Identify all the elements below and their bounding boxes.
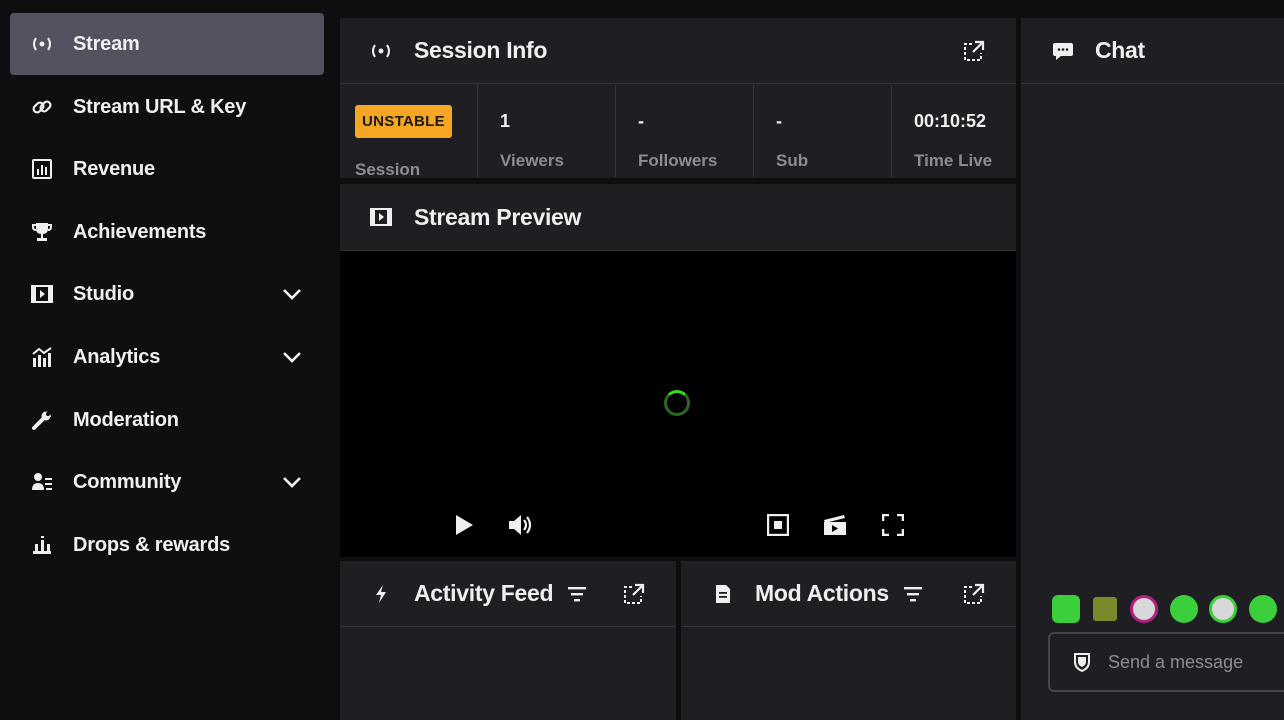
- followers-stat: - Followers: [616, 85, 754, 177]
- chat-message-input[interactable]: [1108, 651, 1278, 673]
- sidebar-item-studio[interactable]: Studio: [10, 263, 324, 325]
- emote-icon[interactable]: [1249, 595, 1277, 623]
- sidebar-item-drops-rewards[interactable]: Drops & rewards: [10, 514, 324, 576]
- sidebar-item-label: Moderation: [73, 408, 179, 431]
- mod-actions-title: Mod Actions: [755, 580, 889, 606]
- sidebar-item-stream-url-key[interactable]: Stream URL & Key: [10, 76, 324, 138]
- viewers-stat: 1 Viewers: [478, 85, 616, 177]
- stat-label: Sub: [776, 151, 809, 170]
- drops-icon: [30, 533, 54, 557]
- stat-value: -: [776, 111, 782, 131]
- popout-icon[interactable]: [962, 582, 986, 606]
- activity-feed-header: Activity Feed: [340, 561, 676, 627]
- sidebar-item-achievements[interactable]: Achievements: [10, 201, 324, 263]
- chat-title: Chat: [1095, 37, 1145, 63]
- filter-icon[interactable]: [901, 582, 925, 606]
- clip-icon[interactable]: [821, 511, 849, 539]
- document-icon: [711, 582, 735, 606]
- sidebar-item-label: Achievements: [73, 220, 207, 243]
- wrench-icon: [30, 408, 54, 432]
- sidebar-item-label: Stream URL & Key: [73, 95, 247, 118]
- sidebar-item-label: Community: [73, 470, 182, 493]
- analytics-icon: [30, 345, 54, 369]
- sidebar-item-label: Analytics: [73, 345, 161, 368]
- session-info-title: Session Info: [414, 37, 548, 63]
- popout-icon[interactable]: [962, 39, 986, 63]
- sidebar-item-revenue[interactable]: Revenue: [10, 138, 324, 200]
- sidebar-item-community[interactable]: Community: [10, 451, 324, 513]
- stream-preview-panel: Stream Preview: [340, 184, 1016, 251]
- stat-value: 00:10:52: [914, 111, 987, 131]
- stat-label: Viewers: [500, 151, 564, 170]
- sub-stat: - Sub: [754, 85, 892, 177]
- picture-in-picture-icon[interactable]: [764, 511, 792, 539]
- play-icon[interactable]: [450, 511, 478, 539]
- chevron-down-icon[interactable]: [280, 345, 304, 369]
- sidebar-item-moderation[interactable]: Moderation: [10, 389, 324, 451]
- status-badge: UNSTABLE: [355, 105, 452, 138]
- activity-feed-title: Activity Feed: [414, 580, 554, 606]
- studio-icon: [369, 205, 393, 229]
- emote-icon[interactable]: [1052, 595, 1080, 623]
- sidebar-item-label: Studio: [73, 282, 135, 305]
- revenue-chart-icon: [30, 157, 54, 181]
- sidebar-item-stream[interactable]: Stream: [10, 13, 324, 75]
- emote-icon[interactable]: [1170, 595, 1198, 623]
- popout-icon[interactable]: [622, 582, 646, 606]
- chevron-down-icon[interactable]: [280, 470, 304, 494]
- shield-icon[interactable]: [1070, 650, 1094, 674]
- volume-icon[interactable]: [507, 511, 535, 539]
- studio-icon: [30, 282, 54, 306]
- time-live-stat: 00:10:52 Time Live: [892, 85, 1016, 177]
- sidebar-item-label: Drops & rewards: [73, 533, 231, 556]
- mod-actions-header: Mod Actions: [681, 561, 1016, 627]
- sidebar-item-analytics[interactable]: Analytics: [10, 326, 324, 388]
- chat-bubble-icon: [1051, 39, 1075, 63]
- stream-preview-header: Stream Preview: [340, 184, 1016, 251]
- session-status-cell: UNSTABLE Session: [340, 85, 478, 179]
- sidebar-item-label: Stream: [73, 32, 140, 55]
- sidebar: Stream Stream URL & Key Revenue Achievem…: [0, 0, 336, 720]
- session-stats: UNSTABLE Session 1 Viewers - Followers -…: [340, 85, 1016, 179]
- stat-label: Time Live: [914, 151, 993, 170]
- broadcast-icon: [30, 32, 54, 56]
- session-info-panel: Session Info UNSTABLE Session 1 Viewers …: [340, 18, 1016, 179]
- link-icon: [30, 95, 54, 119]
- fullscreen-icon[interactable]: [879, 511, 907, 539]
- sidebar-item-label: Revenue: [73, 157, 155, 180]
- community-icon: [30, 470, 54, 494]
- filter-icon[interactable]: [565, 582, 589, 606]
- stat-value: -: [638, 111, 644, 131]
- chat-header: Chat: [1021, 18, 1284, 84]
- chevron-down-icon[interactable]: [280, 282, 304, 306]
- loading-spinner: [664, 390, 690, 416]
- trophy-icon: [30, 220, 54, 244]
- chat-input-box[interactable]: [1048, 632, 1284, 692]
- activity-feed-panel: Activity Feed: [340, 561, 676, 720]
- mod-actions-panel: Mod Actions: [681, 561, 1016, 720]
- stat-value: 1: [500, 111, 511, 131]
- lightning-icon: [369, 582, 393, 606]
- stream-preview-title: Stream Preview: [414, 203, 582, 230]
- session-label: Session: [355, 160, 421, 179]
- emote-icon[interactable]: [1130, 595, 1158, 623]
- emote-icon[interactable]: [1093, 597, 1117, 621]
- session-info-header: Session Info: [340, 18, 1016, 84]
- video-player[interactable]: [340, 251, 1016, 557]
- stat-label: Followers: [638, 151, 718, 170]
- broadcast-icon: [369, 39, 393, 63]
- emote-icon[interactable]: [1209, 595, 1237, 623]
